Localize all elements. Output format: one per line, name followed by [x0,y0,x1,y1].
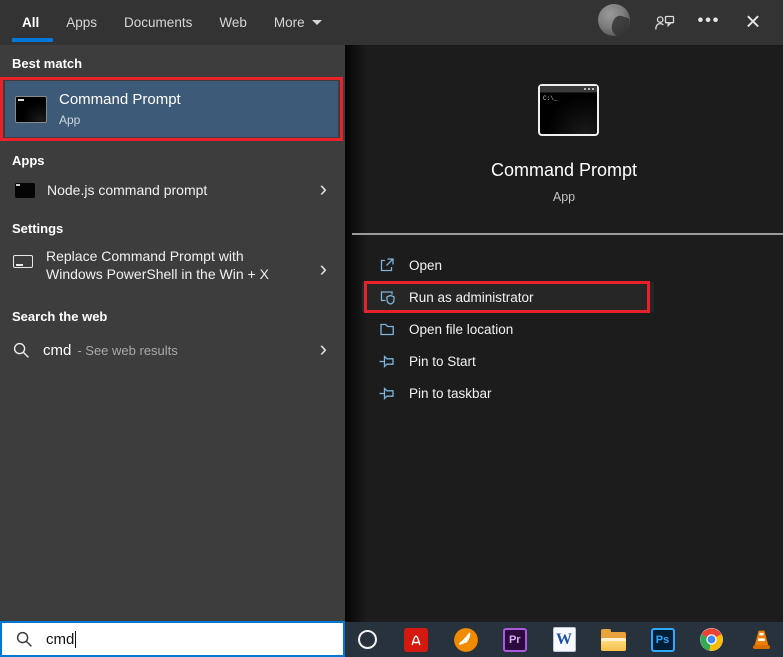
action-label: Open file location [409,321,514,337]
active-tab-underline [12,38,53,42]
command-prompt-icon-large: C:\_ [538,84,599,136]
action-open-file-location[interactable]: Open file location [362,314,654,344]
action-label: Run as administrator [409,289,534,305]
result-nodejs-command-prompt[interactable]: Node.js command prompt › [0,174,345,206]
terminal-icon [15,182,35,198]
shield-admin-icon [380,291,395,305]
result-title: Node.js command prompt [47,182,208,198]
setting-line-1: Replace Command Prompt with [46,248,244,264]
filter-tabs: All Apps Documents Web More [22,0,322,45]
command-prompt-icon [15,95,47,123]
icon-titlebar [540,86,597,93]
best-match-result-command-prompt[interactable]: Command Prompt App [5,81,338,137]
open-icon [380,258,394,272]
taskbar-orange-app-icon[interactable] [453,627,479,653]
orange-app-icon [453,627,478,652]
icon-prompt-text: C:\_ [543,95,558,102]
apps-header: Apps [12,153,45,168]
action-label: Pin to Start [409,353,476,369]
action-pin-to-start[interactable]: Pin to Start [362,346,654,376]
chrome-icon [700,628,724,651]
result-replace-command-prompt-setting[interactable]: Replace Command Prompt with Windows Powe… [0,248,345,290]
preview-app-subtitle: App [552,190,576,204]
windows-taskbar: Pr W Ps [345,622,783,657]
acrobat-reader-icon [404,627,429,652]
result-title: Command Prompt [59,91,181,108]
search-input-value: cmd [46,630,75,648]
more-options-icon[interactable]: ••• [694,6,724,36]
setting-line-2: Windows PowerShell in the Win + X [46,265,269,282]
search-results-panel: Best match Command Prompt App Apps Node.… [0,45,345,624]
action-label: Open [409,257,443,273]
tab-apps[interactable]: Apps [66,15,97,30]
chevron-right-icon: › [319,176,327,202]
console-settings-icon [13,255,33,268]
search-the-web-header: Search the web [12,309,108,324]
taskbar-premiere-icon[interactable]: Pr [502,627,528,653]
pin-icon [379,387,394,400]
taskbar-file-explorer-icon[interactable] [600,627,626,653]
web-query-suffix: - See web results [77,342,178,358]
result-web-search-cmd[interactable]: cmd - See web results › [0,334,345,366]
file-explorer-icon [600,628,626,651]
taskbar-chrome-icon[interactable] [699,627,725,653]
chevron-right-icon: › [319,256,327,282]
action-open[interactable]: Open [362,250,654,280]
pin-icon [379,355,394,368]
cortana-ring-icon [357,630,377,649]
search-icon [13,342,29,358]
icon-titlebar-buttons [584,88,594,90]
taskbar-search-input[interactable]: cmd [0,621,345,657]
action-label: Pin to taskbar [409,385,492,401]
action-run-as-administrator[interactable]: Run as administrator [362,282,654,312]
action-pin-to-taskbar[interactable]: Pin to taskbar [362,378,654,408]
preview-divider [352,233,783,235]
search-flyout-topbar: All Apps Documents Web More ••• × [0,0,783,45]
search-icon [16,631,32,647]
taskbar-word-icon[interactable]: W [551,627,577,653]
chevron-right-icon: › [319,336,327,362]
text-cursor [75,630,77,648]
best-match-header: Best match [12,56,83,71]
preview-app-title: Command Prompt [490,160,638,180]
web-query: cmd [43,341,72,359]
taskbar-photoshop-icon[interactable]: Ps [650,627,676,653]
tab-documents[interactable]: Documents [124,15,192,30]
user-avatar[interactable] [598,4,630,36]
taskbar-cortana-icon[interactable] [354,627,380,653]
vlc-icon [752,630,770,649]
tab-all[interactable]: All [22,15,39,30]
premiere-pro-icon: Pr [502,627,527,652]
settings-header: Settings [12,221,64,236]
folder-icon [380,323,394,336]
close-icon[interactable]: × [738,4,768,38]
tab-web[interactable]: Web [219,15,247,30]
word-icon: W [552,627,576,652]
photoshop-icon: Ps [650,627,675,652]
feedback-icon[interactable] [652,12,678,34]
taskbar-acrobat-icon[interactable] [403,627,429,653]
taskbar-vlc-icon[interactable] [748,627,774,653]
chevron-down-icon [311,20,322,25]
result-subtitle: App [59,113,81,127]
tab-more[interactable]: More [274,15,322,30]
